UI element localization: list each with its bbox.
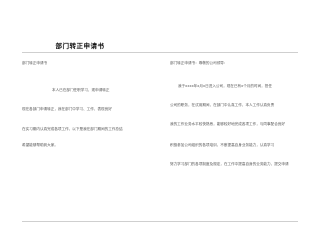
- left-line: 在实习期内认真完成各项工作，以下是我在部门期间的工作总结: [22, 127, 123, 131]
- left-line: 本人已在部门任职学习，现申请转正: [52, 88, 110, 92]
- right-line: 积极参加公司组织的各项培训，不断提高自身业务能力，认真学习: [170, 143, 275, 147]
- footer-divider: [22, 221, 298, 222]
- left-line: 希望能够帮助到大家。: [22, 143, 58, 147]
- left-line: 现在各部门申请转正，我在部门中学习、工作，表现良好: [22, 107, 112, 111]
- header-divider: [22, 52, 298, 53]
- document-page: 部门转正申请书 部门转正申请书 本人已在部门任职学习，现申请转正 现在各部门申请…: [0, 0, 320, 226]
- left-line: 部门转正申请书: [22, 61, 48, 65]
- right-line: 努力学习部门的各项制度及规定，在工作中提高自身的业务能力，提交申请: [170, 162, 289, 166]
- right-line: 公司的职务，在试用期间，在部门中认真工作，本人工作认真负责: [170, 103, 275, 107]
- right-line: 我的工作业务水平较快熟悉，能够较好地完成各项工作，与同事配合良好: [170, 122, 285, 126]
- right-line: 部门转正申请书：尊敬的公司领导：: [170, 61, 228, 65]
- document-title: 部门转正申请书: [55, 42, 105, 50]
- right-line: 我于xxxx年x月x日进入公司，现在已有x个月的时间，担任: [178, 84, 272, 88]
